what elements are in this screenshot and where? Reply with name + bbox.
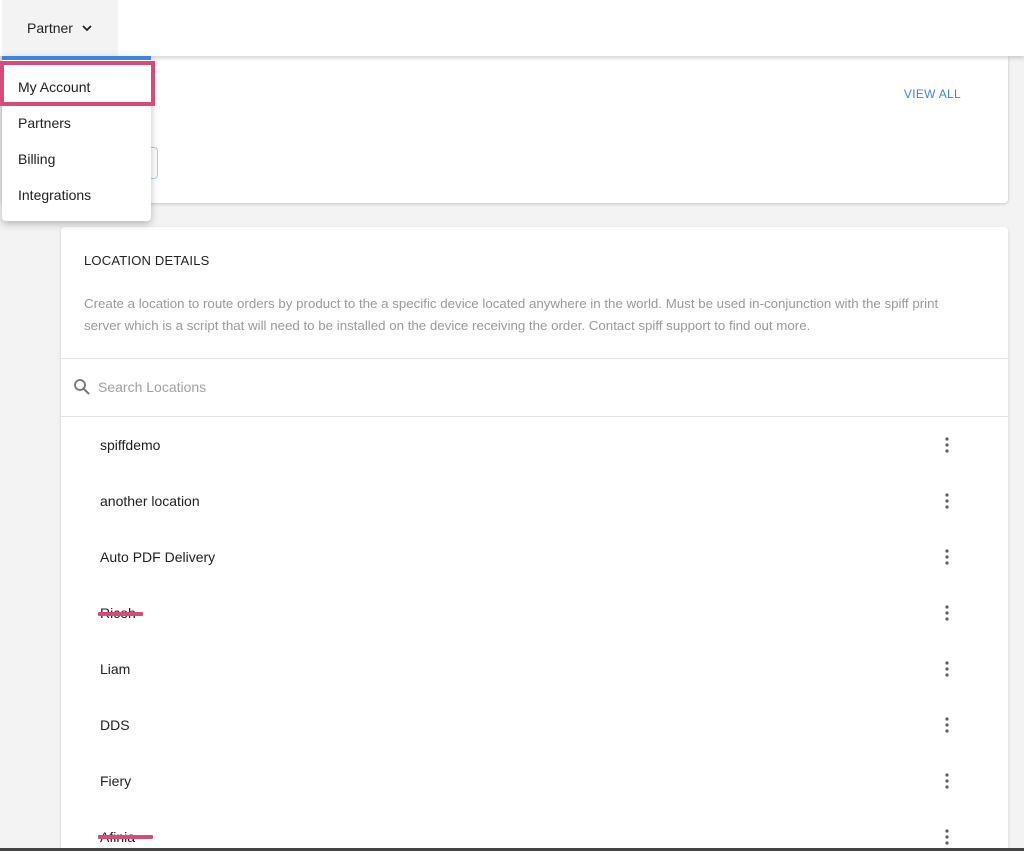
- location-item[interactable]: Afinia: [61, 809, 1008, 851]
- partner-menu-button[interactable]: Partner: [2, 0, 118, 56]
- menu-item-integrations[interactable]: Integrations: [18, 187, 91, 203]
- location-details-description: Create a location to route orders by pro…: [84, 296, 939, 333]
- more-vert-icon[interactable]: [937, 715, 957, 735]
- view-all-link[interactable]: VIEW ALL: [904, 87, 961, 101]
- more-vert-icon[interactable]: [937, 771, 957, 791]
- menu-item-partners[interactable]: Partners: [18, 115, 71, 131]
- more-vert-icon[interactable]: [937, 827, 957, 847]
- strikeout-annotation: [98, 612, 143, 616]
- search-icon: [74, 379, 90, 395]
- location-name: another location: [100, 493, 200, 509]
- strikeout-annotation: [98, 835, 153, 839]
- location-details-card: LOCATION DETAILS Create a location to ro…: [61, 227, 1008, 851]
- location-item[interactable]: Ricoh: [61, 585, 1008, 641]
- partner-menu-label: Partner: [27, 20, 73, 36]
- location-name: Fiery: [100, 773, 132, 789]
- more-vert-icon[interactable]: [937, 603, 957, 623]
- account-summary-card: VIEW ALL: [2, 56, 1008, 203]
- top-bar: Partner: [0, 0, 1024, 56]
- location-item[interactable]: Fiery: [61, 753, 1008, 809]
- location-name: DDS: [100, 717, 130, 733]
- more-vert-icon[interactable]: [937, 491, 957, 511]
- menu-item-billing[interactable]: Billing: [18, 151, 55, 167]
- search-locations-input[interactable]: [98, 375, 598, 399]
- location-name: Liam: [100, 661, 131, 677]
- location-details-title: LOCATION DETAILS: [84, 253, 210, 268]
- dropdown-accent-bar: [2, 56, 151, 60]
- location-item[interactable]: spiffdemo: [61, 417, 1008, 473]
- location-name: Auto PDF Delivery: [100, 549, 216, 565]
- search-locations-row: [61, 359, 1008, 416]
- location-item[interactable]: another location: [61, 473, 1008, 529]
- more-vert-icon[interactable]: [937, 435, 957, 455]
- more-vert-icon[interactable]: [937, 547, 957, 567]
- location-name: spiffdemo: [100, 437, 161, 453]
- locations-list: spiffdemo another location Auto PDF Deli…: [61, 417, 1008, 851]
- location-item[interactable]: Liam: [61, 641, 1008, 697]
- partner-dropdown-menu: My Account Partners Billing Integrations: [2, 56, 151, 221]
- chevron-down-icon: [82, 25, 92, 32]
- more-vert-icon[interactable]: [937, 659, 957, 679]
- location-item[interactable]: Auto PDF Delivery: [61, 529, 1008, 585]
- menu-item-my-account[interactable]: My Account: [18, 79, 90, 95]
- location-item[interactable]: DDS: [61, 697, 1008, 753]
